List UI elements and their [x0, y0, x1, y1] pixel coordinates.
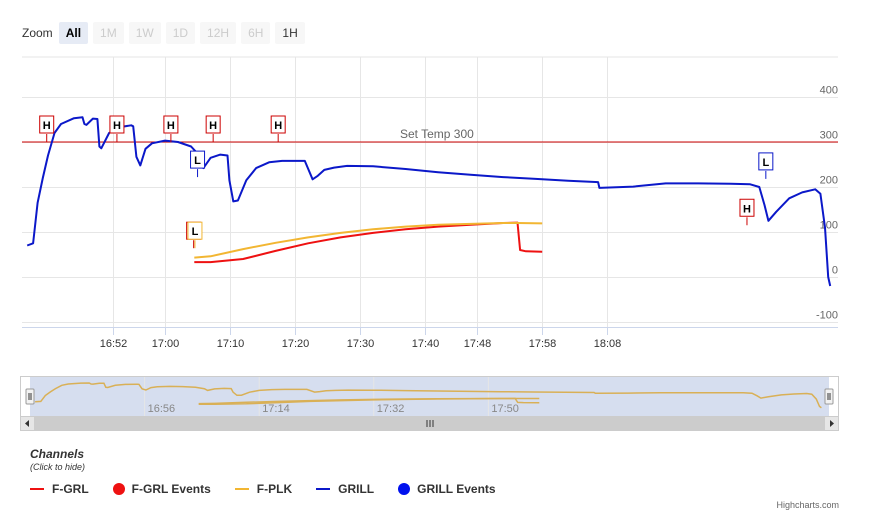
flag-label: H: [743, 203, 751, 215]
navigator-tick-label: 17:50: [491, 403, 519, 415]
event-flag-h[interactable]: H: [739, 198, 755, 226]
credits-link[interactable]: Highcharts.com: [776, 500, 839, 510]
flag-label: L: [192, 226, 199, 238]
y-tick-label: 0: [832, 265, 838, 277]
legend-item-grill[interactable]: GRILL: [316, 482, 374, 496]
legend-item-f-plk[interactable]: F-PLK: [234, 482, 293, 496]
legend-title: Channels: [30, 447, 85, 461]
x-tick-label: 17:00: [152, 338, 180, 350]
legend-item-label: F-GRL Events: [131, 482, 211, 496]
handle-body: [824, 388, 834, 405]
scrollbar[interactable]: [20, 416, 839, 431]
series-line-f-plk[interactable]: [194, 222, 543, 259]
event-flag-h[interactable]: H: [270, 115, 286, 142]
legend-marker-line: [316, 488, 331, 490]
flag-label: H: [209, 120, 217, 132]
axes: 400 300 200 100 0 -100 16:52 17:00 17:10 17:20 17:…: [22, 85, 838, 350]
event-flag-h[interactable]: H: [39, 115, 55, 142]
y-tick-label: 400: [820, 85, 838, 97]
legend-item-f-grl-events[interactable]: F-GRL Events: [112, 482, 211, 496]
legend-items: F-GRL F-GRL Events F-PLK GRILL GRILL Events: [30, 482, 630, 496]
legend-item-grill-events[interactable]: GRILL Events: [398, 482, 496, 496]
legend-item-label: GRILL Events: [417, 482, 496, 496]
navigator-tick-label: 17:32: [377, 403, 405, 415]
flag-label: H: [274, 120, 282, 132]
event-flag-l[interactable]: L: [758, 152, 774, 179]
legend-subtitle: (Click to hide): [30, 462, 86, 472]
flag-label: L: [194, 155, 201, 167]
navigator-handle-left[interactable]: [25, 388, 35, 405]
scrollbar-right-arrow[interactable]: [824, 416, 839, 431]
legend-item-label: F-GRL: [52, 482, 89, 496]
legend-item-label: F-PLK: [256, 482, 293, 496]
grid-lines: [22, 56, 838, 327]
legend-item-f-grl[interactable]: F-GRL: [30, 482, 89, 496]
y-tick-label: 300: [820, 130, 838, 142]
x-tick-label: 17:10: [217, 338, 245, 350]
event-flag-l[interactable]: L: [190, 150, 206, 178]
set-temp-label: Set Temp 300: [400, 127, 474, 141]
scrollbar-left-arrow[interactable]: [20, 416, 35, 431]
y-tick-label: -100: [816, 310, 838, 322]
flag-label: L: [762, 157, 769, 169]
flag-label: H: [43, 120, 51, 132]
legend-marker-dot: [398, 483, 411, 495]
y-tick-label: 100: [820, 220, 838, 232]
x-tick-label: 17:20: [282, 338, 310, 350]
navigator-tick-label: 16:56: [148, 403, 176, 415]
legend-marker-line: [30, 488, 44, 490]
x-tick-label: 17:30: [347, 338, 375, 350]
handle-body: [25, 388, 35, 405]
y-tick-label: 200: [820, 175, 838, 187]
legend-item-label: GRILL: [338, 482, 375, 496]
x-tick-label: 17:58: [529, 338, 557, 350]
set-temp-line: Set Temp 300: [22, 127, 838, 143]
navigator[interactable]: 16:56 17:14 17:32 17:50: [20, 376, 839, 431]
chart: 400 300 200 100 0 -100 16:52 17:00 17:10 17:20 17:…: [20, 56, 839, 431]
flag-label: H: [167, 120, 175, 132]
legend-marker-line: [234, 488, 249, 490]
event-flag-h[interactable]: H: [205, 115, 221, 142]
x-tick-label: 18:08: [594, 338, 622, 350]
series-line-f-grl[interactable]: [194, 221, 543, 264]
x-tick-label: 16:52: [100, 338, 128, 350]
navigator-tick-label: 17:14: [262, 403, 290, 415]
legend-marker-dot: [112, 483, 125, 495]
event-flag-l[interactable]: L: [187, 221, 203, 249]
legend: Channels (Click to hide) F-GRL F-GRL Even…: [30, 447, 630, 496]
navigator-handle-right[interactable]: [824, 388, 834, 405]
event-flag-h[interactable]: H: [109, 115, 125, 142]
x-tick-label: 17:40: [412, 338, 440, 350]
x-tick-label: 17:48: [464, 338, 492, 350]
flag-label: H: [113, 120, 121, 132]
